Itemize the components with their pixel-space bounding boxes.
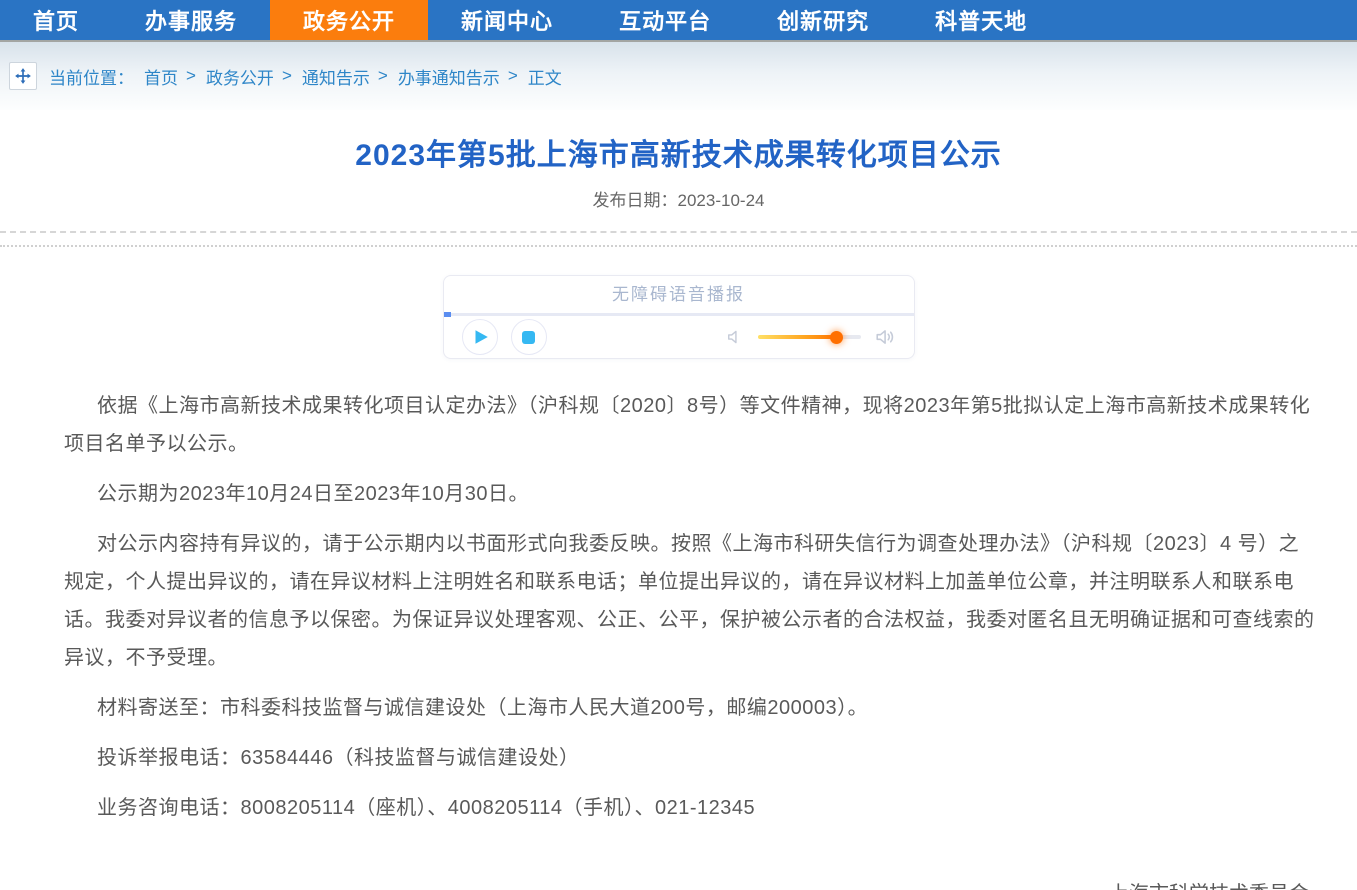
publish-date-label: 发布日期： <box>593 191 678 210</box>
article-body: 依据《上海市高新技术成果转化项目认定办法》（沪科规〔2020〕8号）等文件精神，… <box>0 359 1357 827</box>
stop-icon <box>522 331 535 344</box>
article: 2023年第5批上海市高新技术成果转化项目公示 发布日期：2023-10-24 … <box>0 130 1357 890</box>
breadcrumb-item-service-notices[interactable]: 办事通知告示 <box>398 64 500 89</box>
nav-item-science-popularization[interactable]: 科普天地 <box>902 0 1060 40</box>
breadcrumb-item-current: 正文 <box>528 64 562 89</box>
move-icon <box>9 62 37 90</box>
paragraph-publicity-period: 公示期为2023年10月24日至2023年10月30日。 <box>64 475 1315 513</box>
audio-progress-indicator <box>444 312 451 317</box>
breadcrumb-separator: > <box>378 66 388 86</box>
signature-block: 上海市科学技术委员会 2023年10月24日 <box>0 875 1357 890</box>
nav-item-news-center[interactable]: 新闻中心 <box>428 0 586 40</box>
paragraph-basis: 依据《上海市高新技术成果转化项目认定办法》（沪科规〔2020〕8号）等文件精神，… <box>64 387 1315 463</box>
nav-item-innovation-research[interactable]: 创新研究 <box>744 0 902 40</box>
breadcrumb-separator: > <box>282 66 292 86</box>
volume-control <box>725 326 896 348</box>
paragraph-mailing-address: 材料寄送至：市科委科技监督与诚信建设处（上海市人民大道200号，邮编200003… <box>64 689 1315 727</box>
volume-knob[interactable] <box>830 331 843 344</box>
volume-slider[interactable] <box>758 335 861 339</box>
audio-controls <box>444 316 914 358</box>
audio-player: 无障碍语音播报 <box>443 275 915 359</box>
audio-progress-bar[interactable] <box>444 313 914 316</box>
audio-player-title: 无障碍语音播报 <box>444 276 914 313</box>
page: 首页 办事服务 政务公开 新闻中心 互动平台 创新研究 科普天地 当前位置： 首… <box>0 0 1357 890</box>
play-button[interactable] <box>462 319 498 355</box>
breadcrumb-separator: > <box>508 66 518 86</box>
stop-button[interactable] <box>511 319 547 355</box>
publish-date-value: 2023-10-24 <box>678 191 765 210</box>
play-icon <box>474 329 489 345</box>
breadcrumb-prefix: 当前位置： <box>49 64 134 89</box>
paragraph-complaint-phone: 投诉举报电话：63584446（科技监督与诚信建设处） <box>64 739 1315 777</box>
breadcrumb: 当前位置： 首页 > 政务公开 > 通知告示 > 办事通知告示 > 正文 <box>0 42 1357 110</box>
nav-item-home[interactable]: 首页 <box>0 0 112 40</box>
dotted-divider <box>0 245 1357 247</box>
paragraph-objection-rules: 对公示内容持有异议的，请于公示期内以书面形式向我委反映。按照《上海市科研失信行为… <box>64 525 1315 677</box>
page-title: 2023年第5批上海市高新技术成果转化项目公示 <box>0 130 1357 174</box>
breadcrumb-item-gov-disclosure[interactable]: 政务公开 <box>206 64 274 89</box>
publish-date: 发布日期：2023-10-24 <box>0 186 1357 211</box>
volume-low-icon[interactable] <box>725 327 745 347</box>
breadcrumb-separator: > <box>186 66 196 86</box>
nav-item-gov-disclosure[interactable]: 政务公开 <box>270 0 428 40</box>
nav-item-interaction[interactable]: 互动平台 <box>586 0 744 40</box>
paragraph-consulting-phone: 业务咨询电话：8008205114（座机）、4008205114（手机）、021… <box>64 789 1315 827</box>
breadcrumb-item-notices[interactable]: 通知告示 <box>302 64 370 89</box>
nav-item-services[interactable]: 办事服务 <box>112 0 270 40</box>
signature-org: 上海市科学技术委员会 <box>0 875 1309 890</box>
breadcrumb-item-home[interactable]: 首页 <box>144 64 178 89</box>
main-nav: 首页 办事服务 政务公开 新闻中心 互动平台 创新研究 科普天地 <box>0 0 1357 42</box>
volume-high-icon[interactable] <box>874 326 896 348</box>
dashed-divider <box>0 231 1357 233</box>
